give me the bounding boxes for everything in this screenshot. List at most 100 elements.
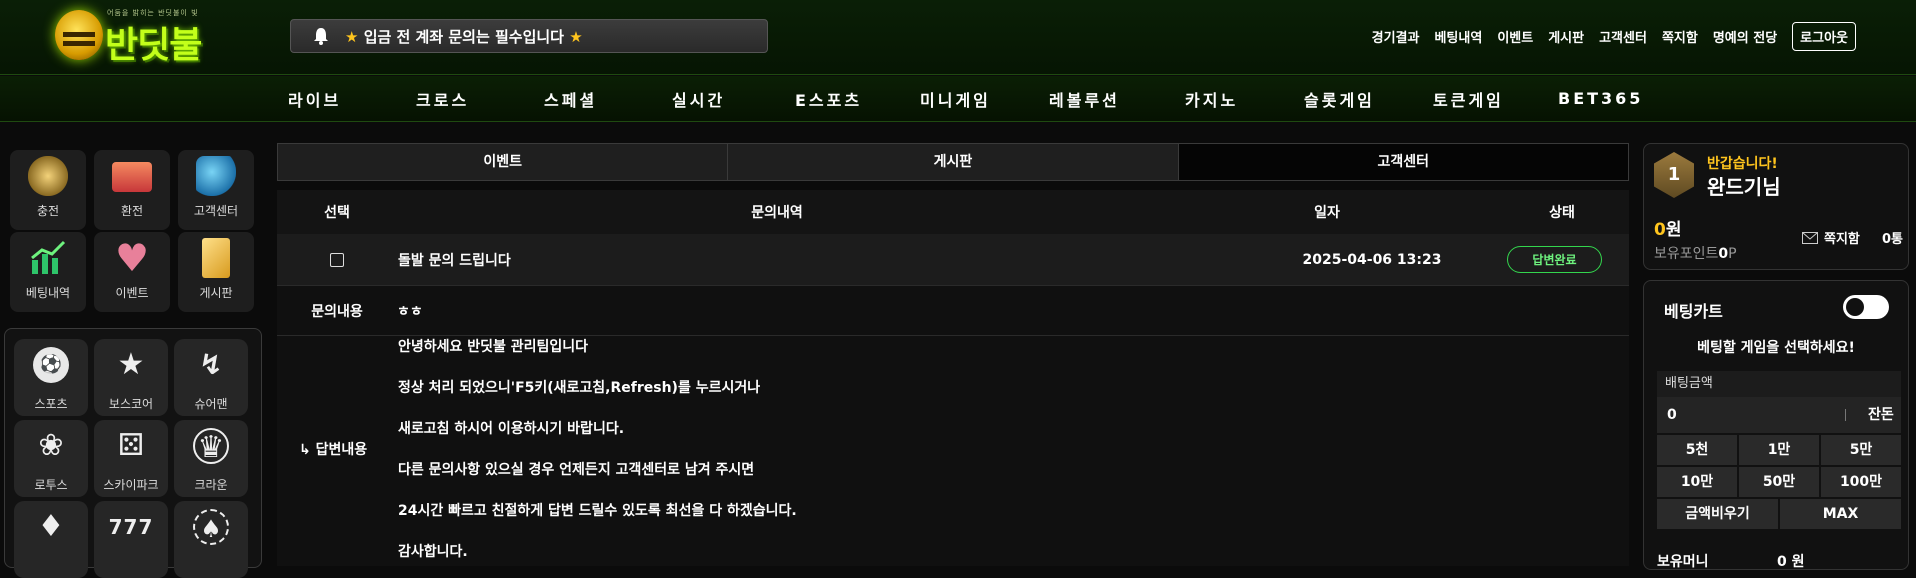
event-heart-icon: ♥ [114, 236, 150, 280]
cards-icon: ♦ [37, 509, 65, 544]
row-title[interactable]: 돌발 문의 드립니다 [397, 250, 1262, 270]
site-logo[interactable]: 어둠을 밝히는 반딧불이 빛 반딧불 [55, 4, 225, 66]
mainnav-minigame[interactable]: 미니게임 [920, 87, 1049, 111]
game-crown[interactable]: ♛ 크라운 [174, 420, 248, 497]
held-money-value: 0 원 [1777, 554, 1805, 570]
point-unit: P [1728, 246, 1737, 262]
table-row[interactable]: 돌발 문의 드립니다 2025-04-06 13:23 답변완료 [277, 234, 1629, 286]
arrow-path-icon: ↯ [199, 348, 223, 381]
casino-chip-icon: ♠ [193, 509, 229, 545]
topnav-support[interactable]: 고객센터 [1599, 27, 1647, 46]
notice-text: 입금 전 계좌 문의는 필수입니다 [363, 27, 564, 46]
bet-history-chart-icon [28, 238, 68, 278]
mainnav-casino[interactable]: 카지노 [1185, 87, 1304, 111]
exchange-icon [112, 162, 152, 192]
mainnav-bet365[interactable]: BET365 [1558, 89, 1658, 108]
game-cards[interactable]: ♦ [14, 501, 88, 578]
tab-support[interactable]: 고객센터 [1178, 144, 1628, 180]
star-burst-icon: ★ [117, 347, 145, 382]
held-money-label: 보유머니 [1657, 554, 1709, 570]
quick-event[interactable]: ♥ 이벤트 [94, 232, 170, 312]
topnav-results[interactable]: 경기결과 [1372, 27, 1420, 46]
topnav-hall-of-fame[interactable]: 명예의 전당 [1713, 27, 1777, 46]
quick-bet-history[interactable]: 베팅내역 [10, 232, 86, 312]
money-value: 0 [1654, 220, 1666, 240]
game-sports[interactable]: ⚽ 스포츠 [14, 339, 88, 416]
status-badge: 답변완료 [1507, 246, 1602, 273]
amount-input[interactable]: 0 잔돈 [1657, 397, 1901, 433]
amount-1m-button[interactable]: 100만 [1821, 467, 1901, 497]
game-boscore[interactable]: ★ 보스코어 [94, 339, 168, 416]
mainnav-token[interactable]: 토큰게임 [1433, 87, 1558, 111]
cart-title: 베팅카트 [1664, 302, 1723, 321]
status-cell: 답변완료 [1482, 246, 1627, 273]
quick-board[interactable]: 게시판 [178, 232, 254, 312]
row-checkbox[interactable] [330, 252, 344, 267]
mainnav-esports[interactable]: E스포츠 [795, 87, 920, 111]
mainnav-slot[interactable]: 슬롯게임 [1304, 87, 1433, 111]
game-skypark[interactable]: ⚄ 스카이파크 [94, 420, 168, 497]
remaining-button[interactable]: 잔돈 [1868, 397, 1894, 433]
mainnav-live[interactable]: 라이브 [288, 87, 416, 111]
game-label: 보스코어 [108, 397, 154, 411]
quick-charge[interactable]: 충전 [10, 150, 86, 230]
dice-icon: ⚄ [117, 428, 145, 463]
quick-label: 이벤트 [115, 286, 149, 300]
firefly-logo-icon [55, 10, 103, 60]
answer-line: 정상 처리 되었으니'F5키(새로고침,Refresh)를 누르시거나 [398, 380, 761, 396]
top-nav: 경기결과 베팅내역 이벤트 게시판 고객센터 쪽지함 명예의 전당 로그아웃 [1372, 22, 1856, 51]
top-header: 어둠을 밝히는 반딧불이 빛 반딧불 ★ 입금 전 계좌 문의는 필수입니다 ★… [0, 0, 1916, 75]
amount-50k-button[interactable]: 5만 [1821, 435, 1901, 465]
topnav-messages[interactable]: 쪽지함 [1662, 27, 1698, 46]
quick-exchange[interactable]: 환전 [94, 150, 170, 230]
topnav-bet-history[interactable]: 베팅내역 [1434, 27, 1482, 46]
notice-text-wrap: ★ 입금 전 계좌 문의는 필수입니다 ★ [345, 26, 583, 47]
point-display: 보유포인트0P [1654, 243, 1737, 263]
tab-event[interactable]: 이벤트 [278, 144, 729, 180]
max-button[interactable]: MAX [1780, 499, 1901, 529]
bell-icon [314, 28, 328, 45]
header-content: 문의내역 [751, 205, 803, 221]
game-label: 로투스 [34, 478, 68, 492]
answer-line: 24시간 빠르고 친절하게 답변 드릴수 있도록 최선을 다 하겠습니다. [398, 503, 797, 519]
messages-count: 0통 [1882, 232, 1904, 247]
messages-link[interactable]: 쪽지함 [1802, 228, 1860, 247]
star-icon: ★ [345, 27, 359, 46]
mainnav-realtime[interactable]: 실시간 [672, 87, 795, 111]
tab-board[interactable]: 게시판 [728, 144, 1179, 180]
mainnav-special[interactable]: 스페셜 [544, 87, 672, 111]
divider [1845, 409, 1846, 421]
quick-support[interactable]: 고객센터 [178, 150, 254, 230]
support-chat-icon [196, 156, 236, 196]
topnav-event[interactable]: 이벤트 [1497, 27, 1533, 46]
game-slot[interactable]: 777 [94, 501, 168, 578]
amount-5k-button[interactable]: 5천 [1657, 435, 1737, 465]
game-casino[interactable]: ♠ [174, 501, 248, 578]
envelope-icon [1802, 231, 1818, 244]
board-tabs: 이벤트 게시판 고객센터 [277, 143, 1629, 181]
quick-label: 환전 [120, 204, 144, 218]
user-panel: 1 반갑습니다! 완드기님 0원 보유포인트0P 쪽지함 0통 [1643, 143, 1909, 270]
board-notes-icon [202, 238, 230, 278]
logout-button[interactable]: 로그아웃 [1792, 22, 1856, 51]
table-header: 선택 문의내역 일자 상태 [277, 190, 1629, 234]
quick-label: 고객센터 [193, 204, 239, 218]
game-lotus[interactable]: ❀ 로투스 [14, 420, 88, 497]
cart-toggle[interactable] [1843, 295, 1889, 319]
charge-icon [28, 156, 68, 196]
answer-line: 다른 문의사항 있으실 경우 언제든지 고객센터로 남겨 주시면 [398, 462, 755, 478]
notice-banner: ★ 입금 전 계좌 문의는 필수입니다 ★ [290, 19, 768, 53]
amount-100k-button[interactable]: 10만 [1657, 467, 1737, 497]
mainnav-revolution[interactable]: 레볼루션 [1049, 87, 1185, 111]
answer-line: 감사합니다. [398, 544, 468, 560]
header-date: 일자 [1314, 205, 1340, 221]
game-category-panel: ⚽ 스포츠 ★ 보스코어 ↯ 슈어맨 ❀ 로투스 ⚄ 스카이파크 ♛ 크라운 ♦… [4, 328, 262, 578]
topnav-board[interactable]: 게시판 [1548, 27, 1584, 46]
cart-message: 베팅할 게임을 선택하세요! [1697, 340, 1855, 356]
amount-10k-button[interactable]: 1만 [1739, 435, 1819, 465]
mainnav-cross[interactable]: 크로스 [416, 87, 544, 111]
game-sureman[interactable]: ↯ 슈어맨 [174, 339, 248, 416]
select-cell [277, 252, 397, 267]
amount-500k-button[interactable]: 50만 [1739, 467, 1819, 497]
clear-amount-button[interactable]: 금액비우기 [1657, 499, 1778, 529]
